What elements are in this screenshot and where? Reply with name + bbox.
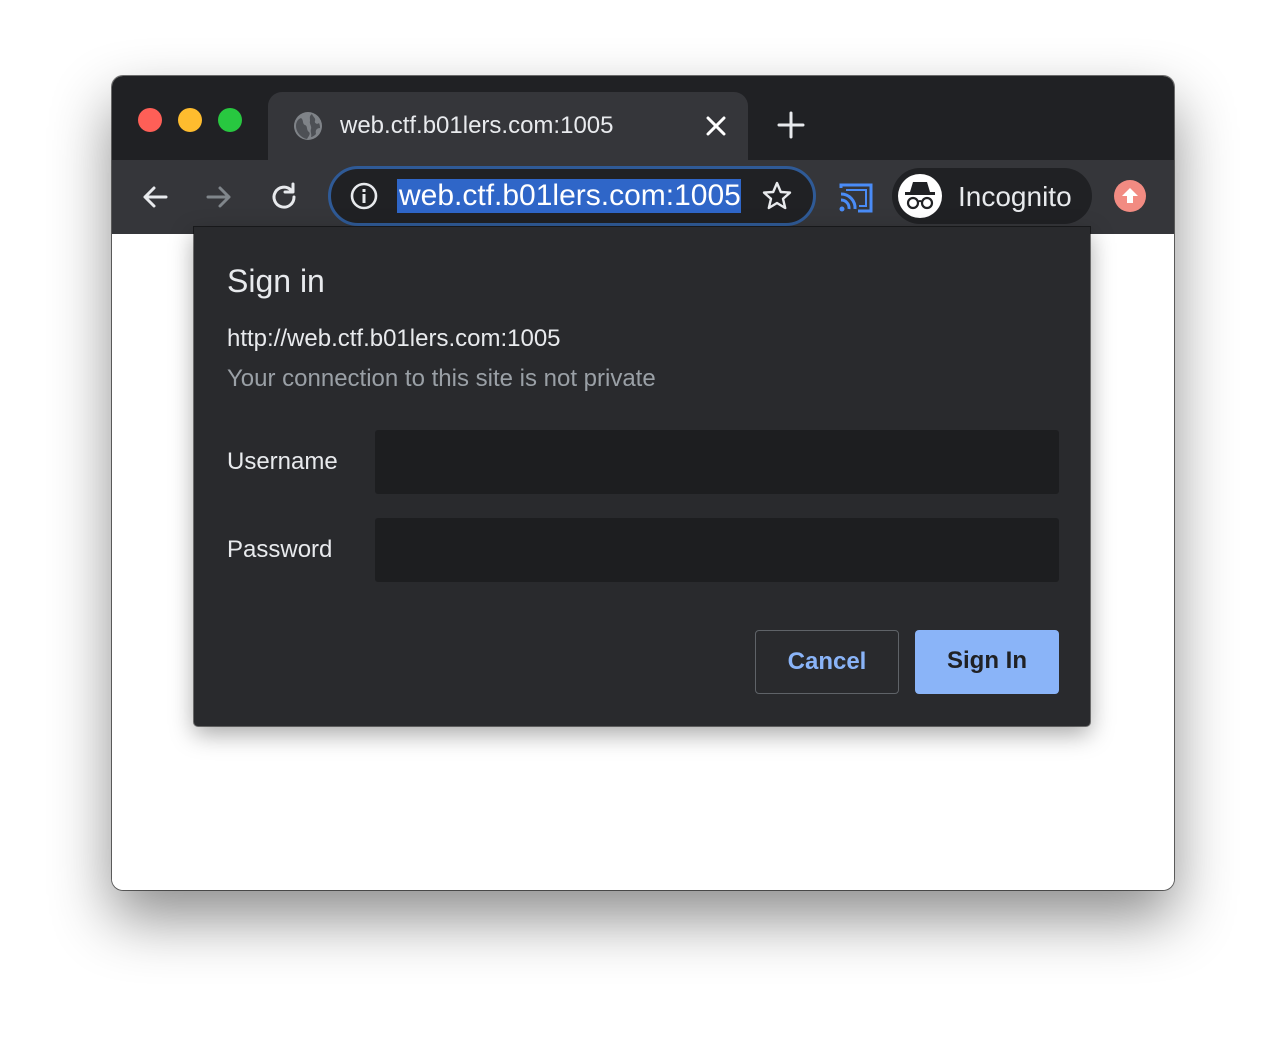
profile-label: Incognito bbox=[958, 181, 1072, 212]
zoom-window-button[interactable] bbox=[218, 108, 242, 132]
plus-icon[interactable] bbox=[776, 110, 806, 140]
username-label: Username bbox=[227, 448, 338, 475]
profile-button[interactable]: Incognito bbox=[892, 168, 1092, 224]
reload-icon[interactable] bbox=[267, 180, 301, 214]
cast-icon[interactable] bbox=[838, 182, 874, 214]
connection-warning: Your connection to this site is not priv… bbox=[227, 365, 656, 392]
arrow-up-icon bbox=[1122, 188, 1138, 203]
dialog-origin: http://web.ctf.b01lers.com:1005 bbox=[227, 325, 561, 352]
address-bar[interactable]: web.ctf.b01lers.com:1005 bbox=[328, 166, 816, 226]
password-input[interactable] bbox=[375, 518, 1059, 582]
toolbar: web.ctf.b01lers.com:1005 Incognito bbox=[112, 160, 1174, 234]
close-icon[interactable] bbox=[702, 112, 730, 140]
incognito-icon bbox=[898, 174, 942, 218]
dialog-title: Sign in bbox=[227, 263, 325, 299]
sign-in-dialog: Sign in http://web.ctf.b01lers.com:1005 … bbox=[194, 227, 1090, 726]
username-input[interactable] bbox=[375, 430, 1059, 494]
close-window-button[interactable] bbox=[138, 108, 162, 132]
tab-title: web.ctf.b01lers.com:1005 bbox=[340, 112, 614, 139]
arrow-left-icon[interactable] bbox=[138, 180, 172, 214]
password-label: Password bbox=[227, 536, 333, 563]
tab-active[interactable]: web.ctf.b01lers.com:1005 bbox=[268, 92, 748, 160]
update-button[interactable] bbox=[1114, 180, 1146, 212]
sign-in-button[interactable]: Sign In bbox=[915, 630, 1059, 694]
arrow-right-icon[interactable] bbox=[202, 180, 236, 214]
info-icon[interactable] bbox=[349, 181, 379, 211]
globe-icon bbox=[294, 112, 322, 140]
url-text[interactable]: web.ctf.b01lers.com:1005 bbox=[397, 179, 741, 213]
cancel-button[interactable]: Cancel bbox=[755, 630, 899, 694]
star-icon[interactable] bbox=[761, 180, 793, 212]
tab-strip: web.ctf.b01lers.com:1005 bbox=[112, 76, 1174, 160]
minimize-window-button[interactable] bbox=[178, 108, 202, 132]
